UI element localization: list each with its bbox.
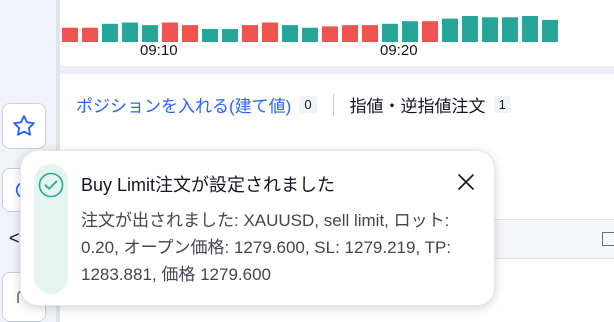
volume-bar: [462, 16, 478, 42]
time-label-2: 09:20: [380, 42, 418, 59]
volume-bar: [262, 22, 278, 42]
tab-separator: [332, 93, 334, 116]
volume-bar: [122, 22, 138, 42]
tab-orders[interactable]: 指値・逆指値注文: [350, 92, 486, 117]
volume-bar: [402, 21, 418, 42]
volume-bar: [422, 21, 438, 42]
volume-bar: [162, 22, 178, 42]
volume-bar: [82, 27, 98, 42]
volume-bar: [202, 29, 218, 42]
chart-volume-area[interactable]: 09:10 09:20: [60, 0, 614, 66]
volume-bar: [102, 23, 118, 42]
volume-bar: [482, 17, 498, 42]
volume-bar: [362, 25, 378, 42]
tab-orders-count: 1: [493, 96, 511, 113]
time-label-1: 09:10: [140, 42, 178, 59]
check-circle-icon: [38, 172, 64, 198]
volume-bar: [62, 27, 78, 42]
panel-tabs: ポジションを入れる(建て値) 0 指値・逆指値注文 1: [76, 92, 511, 117]
volume-bar: [242, 25, 258, 42]
chevron-left-icon[interactable]: <: [9, 228, 20, 249]
watchlist-star-button[interactable]: [2, 103, 46, 149]
order-notification-toast: Buy Limit注文が設定されました 注文が出されました: XAUUSD, s…: [20, 150, 495, 306]
tab-positions-count: 0: [299, 96, 317, 113]
volume-bar: [342, 25, 358, 42]
volume-bar: [302, 27, 318, 42]
volume-bar: [282, 25, 298, 42]
volume-bar: [222, 29, 238, 42]
volume-bar: [442, 18, 458, 42]
volume-bar: [182, 25, 198, 42]
tab-positions[interactable]: ポジションを入れる(建て値): [76, 92, 291, 117]
volume-bar: [322, 26, 338, 42]
volume-bar: [542, 19, 558, 42]
column-settings-icon[interactable]: [602, 232, 614, 246]
star-icon: [13, 115, 35, 136]
toast-title: Buy Limit注文が設定されました: [81, 175, 336, 195]
toast-message: 注文が出されました: XAUUSD, sell limit, ロット: 0.20…: [81, 211, 452, 284]
volume-bar: [502, 17, 518, 42]
volume-bars: [62, 16, 558, 42]
panel-divider[interactable]: [60, 66, 614, 74]
close-icon[interactable]: [457, 173, 475, 191]
volume-bar: [382, 23, 398, 42]
volume-bar: [522, 16, 538, 42]
volume-bar: [142, 25, 158, 42]
